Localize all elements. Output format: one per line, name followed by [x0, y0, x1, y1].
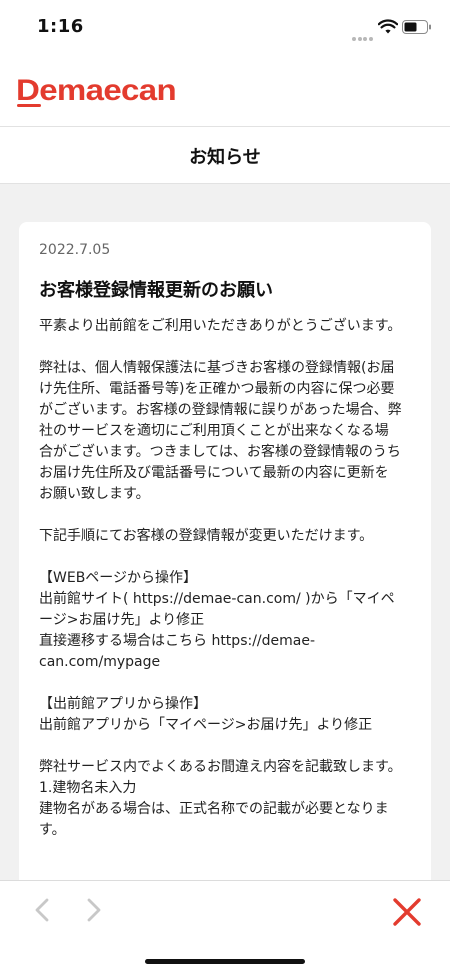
chevron-left-icon[interactable]: [28, 895, 58, 925]
notice-title: お客様登録情報更新のお願い: [39, 280, 273, 301]
app-header: Demaecan: [0, 56, 450, 127]
status-bar: 1:16: [0, 0, 450, 56]
logo-text: Demaecan: [16, 74, 176, 107]
home-indicator: [145, 959, 305, 964]
notice-paragraph: 下記手順にてお客様の登録情報が変更いただけます。: [39, 528, 374, 544]
signal-dots-icon: [352, 26, 376, 41]
title-bar: お知らせ: [0, 127, 450, 184]
notice-body: 平素より出前館をご利用いただきありがとうございます。 弊社は、個人情報保護法に基…: [39, 316, 419, 862]
demaecan-logo[interactable]: Demaecan: [16, 72, 182, 108]
page-title: お知らせ: [189, 147, 261, 168]
status-time: 1:16: [37, 16, 84, 37]
battery-icon: [402, 20, 431, 34]
notice-paragraph: 【出前館アプリから操作】 出前館アプリから「マイページ>お届け先」より修正: [39, 696, 373, 733]
close-icon[interactable]: [390, 895, 424, 929]
notice-paragraph: 平素より出前館をご利用いただきありがとうございます。: [39, 318, 402, 334]
notice-paragraph: 弊社は、個人情報保護法に基づきお客様の登録情報(お届 け先住所、電話番号等)を正…: [39, 360, 402, 502]
wifi-icon: [378, 19, 398, 34]
chevron-right-icon[interactable]: [78, 895, 108, 925]
notice-paragraph: 弊社サービス内でよくあるお間違え内容を記載致します。 1.建物名未入力 建物名が…: [39, 759, 402, 838]
notice-date: 2022.7.05: [39, 242, 111, 258]
notice-paragraph: 【WEBページから操作】 出前館サイト( https://demae-can.c…: [39, 570, 395, 670]
notice-card: 2022.7.05 お客様登録情報更新のお願い 平素より出前館をご利用いただきあ…: [19, 222, 431, 922]
